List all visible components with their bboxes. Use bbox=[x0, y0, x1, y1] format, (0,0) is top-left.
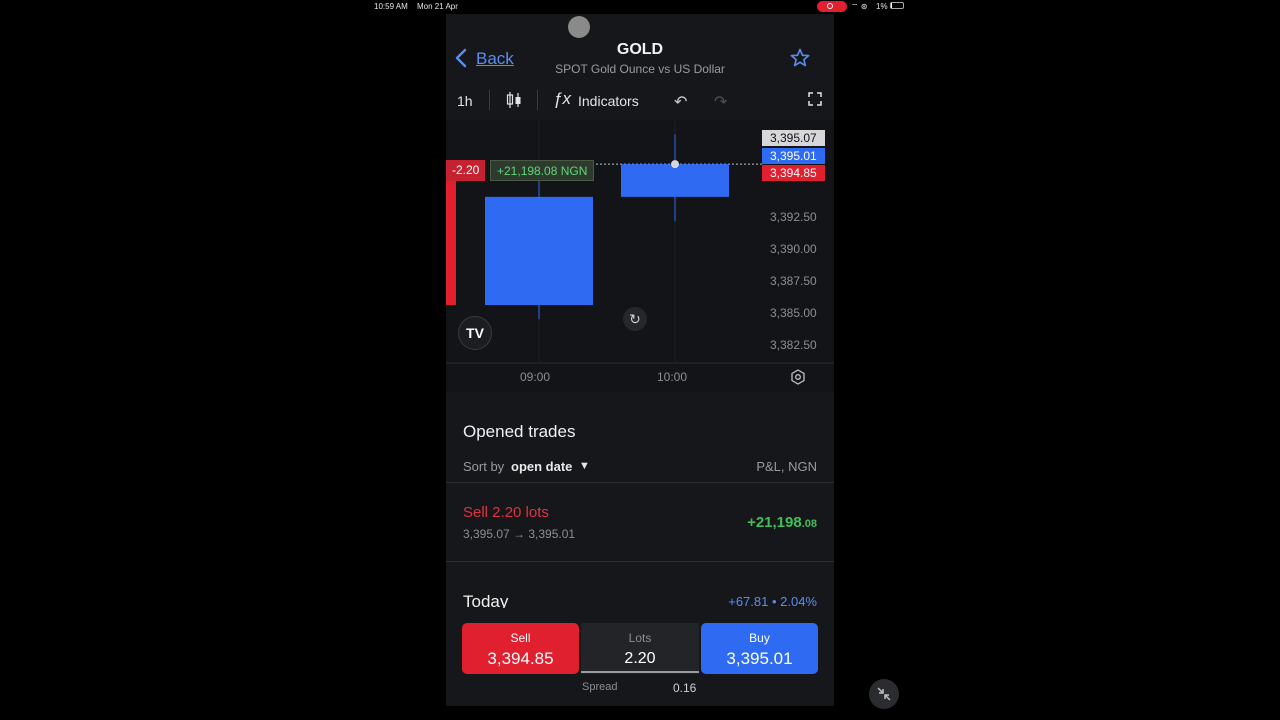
candle-body[interactable] bbox=[621, 164, 729, 197]
page-subtitle: SPOT Gold Ounce vs US Dollar bbox=[555, 62, 725, 76]
interval-button[interactable]: 1h bbox=[457, 93, 473, 109]
trade-prices: 3,395.07 → 3,395.01 bbox=[463, 527, 576, 541]
sort-dropdown[interactable]: open date bbox=[511, 459, 572, 474]
chevron-down-icon[interactable]: ▼ bbox=[579, 460, 590, 472]
buy-button[interactable]: Buy 3,395.01 bbox=[701, 623, 818, 674]
position-lots-badge[interactable]: -2.20 bbox=[446, 160, 486, 181]
price-axis-label: 3,387.50 bbox=[770, 274, 817, 288]
sort-prefix: Sort by bbox=[463, 459, 505, 474]
lots-value: 2.20 bbox=[624, 650, 656, 667]
undo-icon[interactable]: ↶ bbox=[674, 92, 687, 112]
toolbar-divider bbox=[489, 90, 490, 110]
spread-value: 0.16 bbox=[673, 681, 697, 695]
camera-indicator bbox=[568, 16, 590, 38]
reset-chart-icon[interactable]: ↻ bbox=[623, 307, 647, 331]
record-icon bbox=[827, 3, 833, 9]
trade-pnl-main: +21,198 bbox=[747, 514, 802, 531]
status-bar: 10:59 AM Mon 21 Apr ⌔ ⊛ 1% bbox=[0, 0, 1280, 14]
price-chart[interactable]: 3,392.50 3,390.00 3,387.50 3,385.00 3,38… bbox=[446, 120, 834, 392]
position-pnl-badge[interactable]: +21,198.08 NGN bbox=[490, 160, 595, 181]
favorite-star-icon[interactable] bbox=[790, 48, 810, 68]
trade-title: Sell 2.20 lots bbox=[463, 504, 549, 521]
candle-body[interactable] bbox=[485, 196, 593, 306]
ask-price-tag: 3,395.01 bbox=[762, 148, 825, 164]
candle-body[interactable] bbox=[446, 176, 456, 306]
price-axis-label: 3,385.00 bbox=[770, 306, 817, 320]
lots-underline bbox=[581, 671, 699, 673]
spread-label: Spread bbox=[582, 681, 618, 693]
toolbar-divider bbox=[537, 90, 538, 110]
last-price-tag: 3,395.07 bbox=[762, 130, 825, 146]
buy-label: Buy bbox=[749, 631, 770, 645]
chart-settings-icon[interactable] bbox=[790, 369, 806, 385]
status-date: Mon 21 Apr bbox=[417, 2, 458, 11]
page-title: GOLD bbox=[616, 41, 664, 58]
app-window: Back GOLD SPOT Gold Ounce vs US Dollar 1… bbox=[446, 14, 834, 706]
price-axis-label: 3,382.50 bbox=[770, 338, 817, 352]
lots-input[interactable]: Lots 2.20 bbox=[581, 623, 699, 674]
fullscreen-icon[interactable] bbox=[808, 92, 822, 106]
trade-pnl-decimals: .08 bbox=[801, 518, 817, 530]
position-marker[interactable] bbox=[671, 160, 679, 169]
status-time: 10:59 AM bbox=[374, 2, 408, 11]
redo-icon: ↷ bbox=[714, 94, 728, 111]
lots-label: Lots bbox=[628, 631, 652, 645]
arrows-in-icon bbox=[877, 687, 891, 701]
divider bbox=[446, 561, 834, 562]
price-axis-label: 3,390.00 bbox=[770, 242, 817, 256]
tradingview-logo-icon: TV bbox=[458, 316, 492, 350]
sell-button[interactable]: Sell 3,394.85 bbox=[462, 623, 579, 674]
time-axis-label: 10:00 bbox=[657, 370, 688, 384]
candlestick-type-icon[interactable] bbox=[505, 91, 523, 109]
today-stats: +67.81 • 2.04% bbox=[728, 594, 817, 609]
buy-price: 3,395.01 bbox=[726, 649, 793, 668]
battery-percent: 1% bbox=[876, 2, 888, 11]
divider bbox=[446, 482, 834, 483]
trade-pnl: +21,198.08 bbox=[716, 514, 817, 531]
collapse-icon[interactable] bbox=[869, 679, 899, 709]
pnl-column-header: P&L, NGN bbox=[756, 459, 817, 474]
battery-level bbox=[891, 3, 892, 8]
opened-trades-title: Opened trades bbox=[463, 422, 576, 441]
price-axis-label: 3,392.50 bbox=[770, 210, 817, 224]
bid-price-tag: 3,394.85 bbox=[762, 165, 825, 181]
wifi-icon: ⌔ ⊛ bbox=[851, 2, 868, 11]
indicators-fx-icon[interactable]: ƒx bbox=[553, 89, 571, 109]
battery-icon bbox=[890, 2, 904, 9]
time-axis-label: 09:00 bbox=[520, 370, 551, 384]
indicators-button[interactable]: Indicators bbox=[578, 93, 639, 109]
sell-price: 3,394.85 bbox=[487, 649, 554, 668]
sell-label: Sell bbox=[510, 631, 531, 645]
